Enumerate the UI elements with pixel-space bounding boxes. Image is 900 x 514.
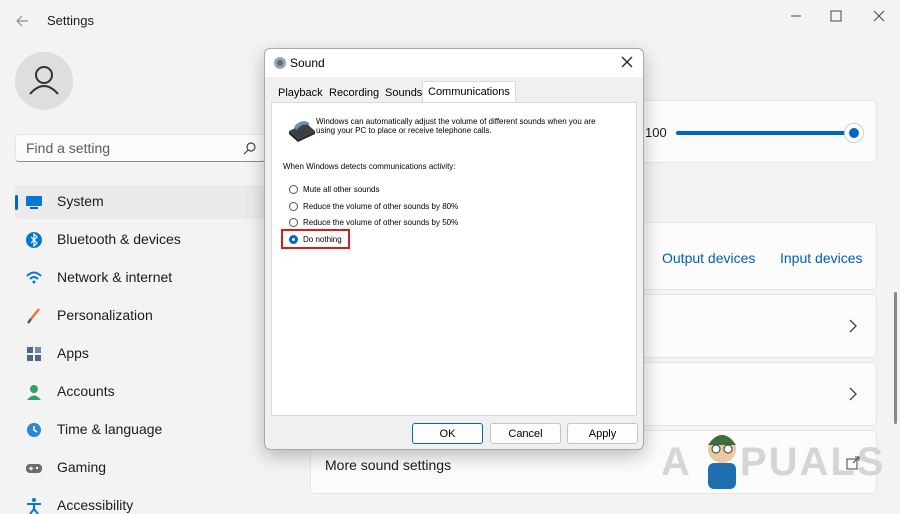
volume-value: 100	[645, 125, 667, 140]
brush-icon	[27, 308, 40, 324]
user-icon	[29, 66, 59, 95]
maximize-icon[interactable]	[826, 6, 846, 26]
sidebar-item-label: Time & language	[57, 421, 163, 437]
apps-icon	[27, 347, 41, 361]
sidebar-item-label: Network & internet	[57, 269, 173, 285]
close-icon[interactable]	[619, 54, 635, 70]
sidebar-item-network[interactable]: Network & internet	[15, 261, 266, 295]
user-avatar[interactable]	[15, 52, 73, 110]
tab-sounds[interactable]: Sounds	[380, 83, 427, 103]
more-sound-settings-label: More sound settings	[325, 457, 452, 473]
tab-communications[interactable]: Communications	[422, 81, 516, 103]
chevron-right-icon	[849, 387, 857, 401]
sidebar-item-label: Gaming	[57, 459, 107, 475]
radio-button[interactable]	[289, 202, 298, 211]
search-icon[interactable]	[243, 141, 257, 155]
search-box[interactable]	[15, 134, 266, 162]
sidebar-item-label: Apps	[57, 345, 89, 361]
sidebar-item-label: Accessibility	[57, 497, 134, 513]
sidebar-item-personalization[interactable]: Personalization	[15, 299, 266, 333]
speaker-icon	[274, 57, 286, 69]
sidebar-item-label: Personalization	[57, 307, 153, 323]
sidebar-item-apps[interactable]: Apps	[15, 337, 266, 371]
watermark-mascot-icon	[708, 435, 736, 489]
chevron-right-icon	[849, 319, 857, 333]
sidebar-item-accounts[interactable]: Accounts	[15, 375, 266, 409]
communications-heading: When Windows detects communications acti…	[283, 162, 456, 171]
scrollbar[interactable]	[894, 292, 897, 424]
output-devices-link[interactable]: Output devices	[662, 250, 755, 266]
sidebar-item-accessibility[interactable]: Accessibility	[15, 489, 266, 514]
dialog-title: Sound	[290, 56, 325, 70]
sidebar-item-bluetooth[interactable]: Bluetooth & devices	[15, 223, 266, 257]
radio-button[interactable]	[289, 185, 298, 194]
bluetooth-icon	[26, 232, 42, 248]
active-indicator	[15, 195, 18, 210]
app-title: Settings	[47, 13, 94, 28]
sound-dialog: Sound Playback Recording Sounds Communic…	[264, 48, 644, 450]
cancel-button[interactable]: Cancel	[490, 423, 561, 444]
system-icon	[26, 196, 42, 209]
sidebar-item-label: Bluetooth & devices	[57, 231, 181, 247]
back-arrow-icon[interactable]	[12, 10, 34, 32]
accessibility-icon	[27, 498, 41, 514]
watermark-logo: A PUALS	[661, 440, 886, 484]
highlight-box	[281, 229, 350, 249]
tab-recording[interactable]: Recording	[324, 83, 384, 103]
radio-label: Reduce the volume of other sounds by 50%	[303, 218, 459, 227]
sidebar-item-time-language[interactable]: Time & language	[15, 413, 266, 447]
window-titlebar: Settings	[0, 0, 900, 42]
volume-slider-thumb[interactable]	[844, 123, 864, 143]
radio-label: Mute all other sounds	[303, 185, 380, 194]
dialog-titlebar: Sound	[265, 49, 643, 77]
ok-button[interactable]: OK	[412, 423, 483, 444]
sidebar-item-label: System	[57, 193, 104, 209]
sidebar-item-label: Accounts	[57, 383, 115, 399]
volume-slider-track[interactable]	[676, 131, 854, 135]
accounts-icon	[27, 385, 41, 400]
sidebar-item-system[interactable]: System	[15, 185, 266, 219]
radio-label: Reduce the volume of other sounds by 80%	[303, 202, 459, 211]
sidebar-item-gaming[interactable]: Gaming	[15, 451, 266, 485]
radio-button[interactable]	[289, 218, 298, 227]
telephone-icon	[289, 121, 315, 142]
communications-description: Windows can automatically adjust the vol…	[316, 117, 596, 135]
gamepad-icon	[26, 464, 42, 473]
globe-clock-icon	[27, 423, 41, 437]
wifi-icon	[26, 271, 42, 284]
close-window-icon[interactable]	[869, 6, 889, 26]
search-input[interactable]	[16, 135, 226, 161]
communications-panel: Windows can automatically adjust the vol…	[271, 102, 637, 416]
tab-playback[interactable]: Playback	[273, 83, 328, 103]
apply-button[interactable]: Apply	[567, 423, 638, 444]
input-devices-link[interactable]: Input devices	[780, 250, 863, 266]
minimize-icon[interactable]	[786, 6, 806, 26]
